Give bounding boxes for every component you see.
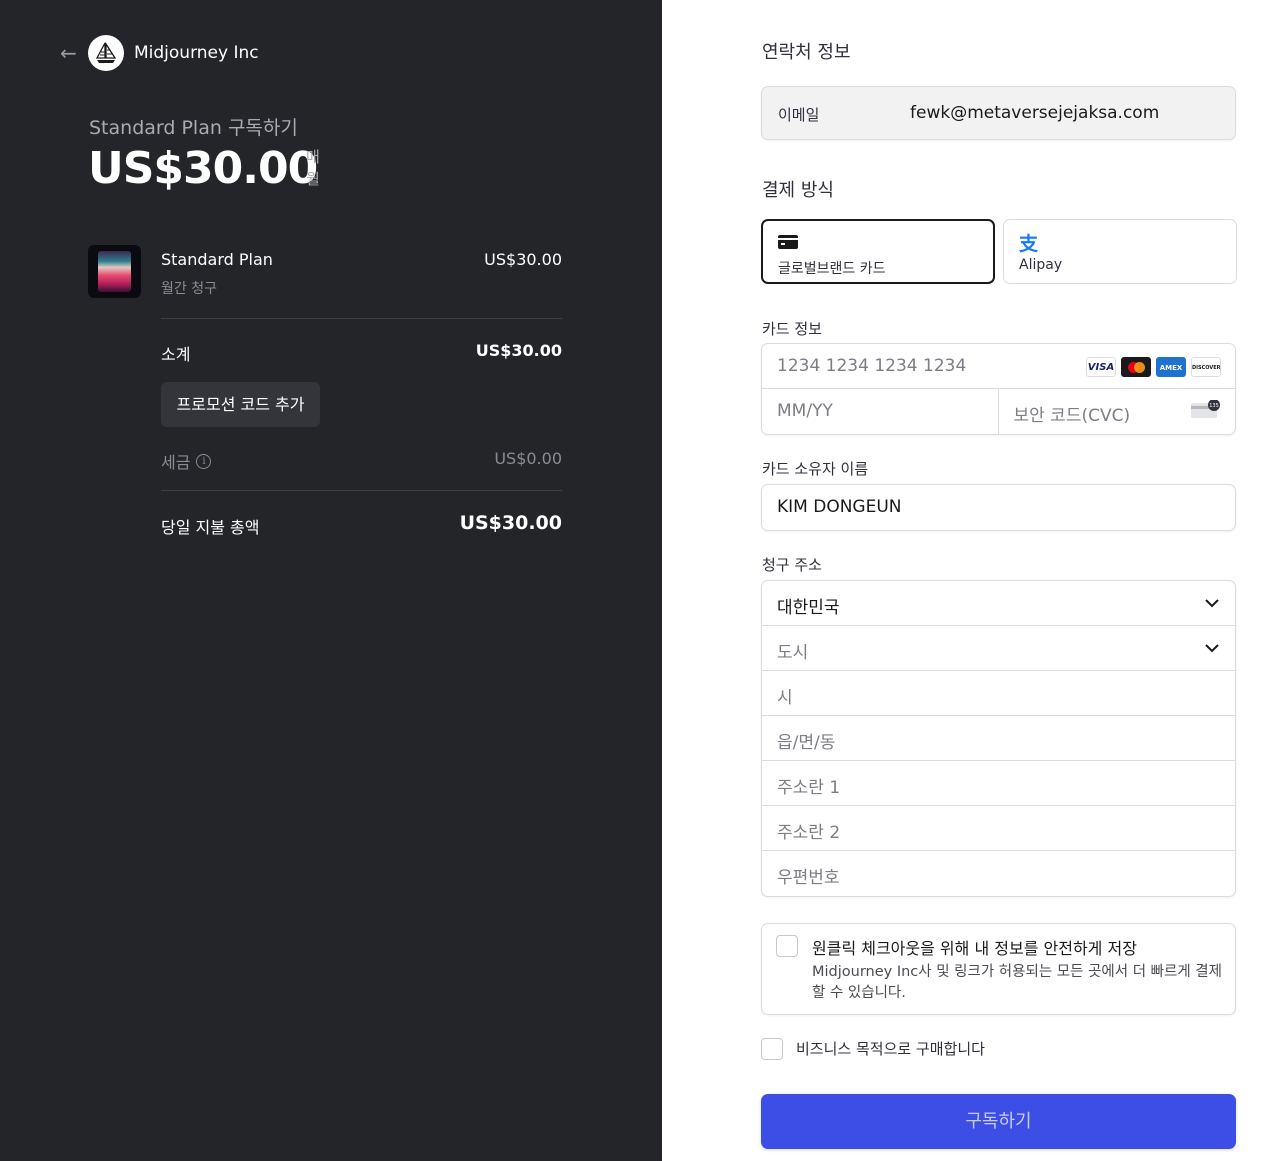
visa-icon: VISA [1086, 357, 1116, 377]
line-item-name: Standard Plan [161, 250, 273, 269]
city-input[interactable]: 시 [762, 671, 1235, 716]
card-info-group: 1234 1234 1234 1234 VISA AMEX DISCOVER M… [761, 343, 1236, 435]
address-line1-input[interactable]: 주소란 1 [762, 761, 1235, 806]
tax-row: 세금 i [161, 449, 212, 473]
province-placeholder: 도시 [777, 643, 809, 663]
alipay-icon: 支 [1019, 233, 1039, 255]
save-info-title: 원클릭 체크아웃을 위해 내 정보를 안전하게 저장 [812, 939, 1137, 958]
plan-price: US$30.00 [88, 143, 318, 194]
district-input[interactable]: 읍/면/동 [762, 716, 1235, 761]
cardholder-label: 카드 소유자 이름 [762, 460, 869, 478]
chevron-down-icon [1205, 599, 1219, 608]
address-line1-placeholder: 주소란 1 [777, 778, 841, 798]
province-select[interactable]: 도시 [762, 626, 1235, 671]
total-label: 당일 지불 총액 [161, 518, 260, 537]
line-item-billing: 월간 청구 [161, 281, 217, 297]
order-summary-panel: ← Midjourney Inc Standard Plan 구독하기 US$3… [0, 0, 662, 1161]
billing-address-label: 청구 주소 [762, 556, 822, 574]
tab-alipay-label: Alipay [1019, 257, 1063, 273]
tab-card[interactable]: 글로벌브랜드 카드 [761, 219, 995, 284]
amex-icon: AMEX [1156, 357, 1186, 377]
discover-icon: DISCOVER [1191, 357, 1221, 377]
country-value: 대한민국 [777, 598, 840, 618]
subtotal-value: US$30.00 [475, 341, 562, 360]
tax-label: 세금 [161, 453, 191, 472]
divider [161, 318, 562, 319]
address-line2-placeholder: 주소란 2 [777, 823, 841, 843]
cvc-placeholder: 보안 코드(CVC) [1013, 406, 1131, 426]
total-value: US$30.00 [459, 512, 562, 534]
merchant-logo [88, 35, 124, 71]
info-icon[interactable]: i [196, 453, 212, 469]
tab-card-label: 글로벌브랜드 카드 [778, 261, 886, 277]
credit-card-icon [778, 235, 798, 249]
email-label: 이메일 [778, 106, 820, 124]
payment-form-panel: 연락처 정보 이메일 fewk@metaversejejaksa.com 결제 … [662, 0, 1280, 1161]
business-purchase-label: 비즈니스 목적으로 구매합니다 [796, 1040, 985, 1058]
merchant-name: Midjourney Inc [134, 43, 259, 63]
plan-subtitle: Standard Plan 구독하기 [89, 117, 298, 139]
expiry-input[interactable]: MM/YY [762, 389, 999, 434]
cardholder-name-input[interactable]: KIM DONGEUN [761, 484, 1236, 531]
billing-address-group: 대한민국 도시 시 읍/면/동 주소란 1 주소란 2 우편번호 [761, 580, 1236, 897]
postal-code-input[interactable]: 우편번호 [762, 851, 1235, 896]
subtotal-label: 소계 [161, 345, 191, 364]
card-number-input[interactable]: 1234 1234 1234 1234 VISA AMEX DISCOVER [762, 344, 1235, 389]
email-value: fewk@metaversejejaksa.com [910, 103, 1160, 123]
email-field[interactable]: 이메일 fewk@metaversejejaksa.com [761, 86, 1236, 140]
subscribe-button[interactable]: 구독하기 [761, 1094, 1236, 1149]
cvc-card-icon: 135 [1191, 400, 1220, 418]
product-thumbnail [88, 245, 141, 298]
payment-section-title: 결제 방식 [762, 180, 834, 201]
district-placeholder: 읍/면/동 [777, 733, 836, 753]
save-info-checkbox[interactable] [776, 935, 798, 957]
mastercard-icon [1121, 357, 1151, 377]
line-item-price: US$30.00 [484, 250, 562, 269]
cvc-input[interactable]: 보안 코드(CVC) 135 [999, 389, 1236, 434]
business-purchase-checkbox[interactable] [761, 1038, 783, 1060]
city-placeholder: 시 [777, 688, 793, 708]
contact-section-title: 연락처 정보 [762, 42, 851, 63]
postal-code-placeholder: 우편번호 [777, 868, 840, 888]
chevron-down-icon [1205, 644, 1219, 653]
add-promo-code-button[interactable]: 프로모션 코드 추가 [161, 382, 320, 427]
plan-period: 매월 [306, 148, 320, 188]
card-info-label: 카드 정보 [762, 320, 822, 338]
save-info-box: 원클릭 체크아웃을 위해 내 정보를 안전하게 저장 Midjourney In… [761, 923, 1236, 1015]
country-select[interactable]: 대한민국 [762, 581, 1235, 626]
card-brands: VISA AMEX DISCOVER [1086, 357, 1221, 377]
cardholder-name-value: KIM DONGEUN [777, 497, 902, 517]
back-arrow-icon[interactable]: ← [60, 42, 82, 64]
sailboat-icon [95, 41, 117, 63]
expiry-placeholder: MM/YY [777, 401, 833, 421]
svg-text:135: 135 [1209, 403, 1219, 409]
address-line2-input[interactable]: 주소란 2 [762, 806, 1235, 851]
tax-value: US$0.00 [494, 449, 562, 468]
card-number-placeholder: 1234 1234 1234 1234 [777, 356, 967, 376]
divider [161, 490, 562, 491]
save-info-description: Midjourney Inc사 및 링크가 허용되는 모든 곳에서 더 빠르게 … [812, 964, 1222, 1001]
tab-alipay[interactable]: 支 Alipay [1003, 219, 1237, 284]
